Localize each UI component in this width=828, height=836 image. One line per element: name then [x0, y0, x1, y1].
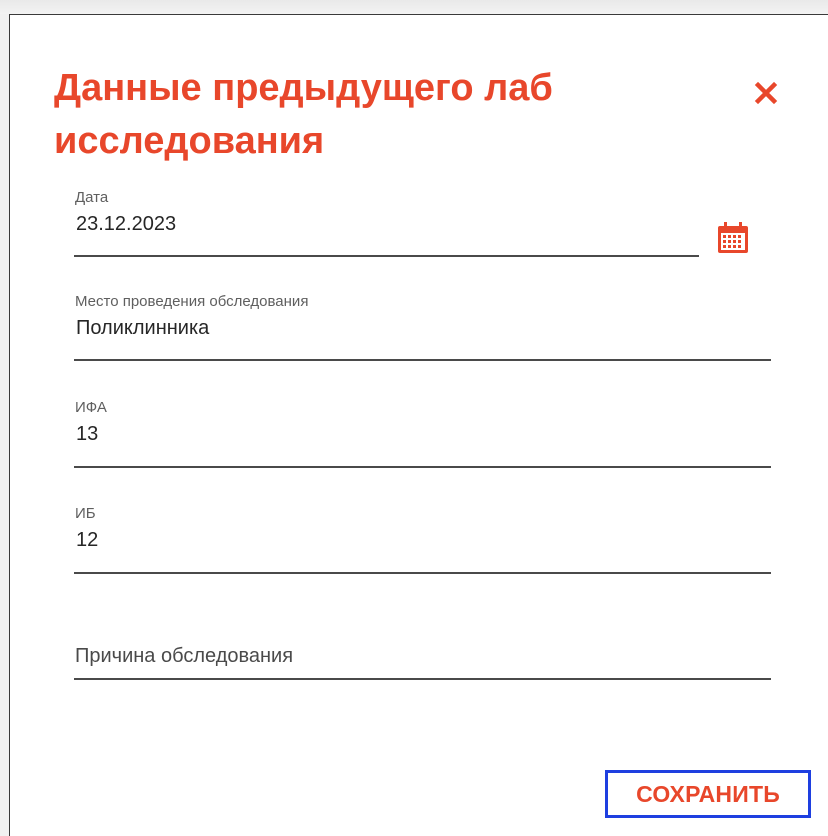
- save-button[interactable]: СОХРАНИТЬ: [605, 770, 811, 818]
- reason-placeholder: Причина обследования: [75, 645, 294, 667]
- dialog-title: Данные предыдущего лаб исследования: [54, 67, 553, 162]
- date-underline: [74, 255, 699, 257]
- date-field[interactable]: Дата 23.12.2023: [74, 189, 771, 259]
- ifa-underline: [74, 466, 771, 468]
- place-field[interactable]: Место проведения обследования Поликлинни…: [74, 293, 771, 363]
- place-underline: [74, 359, 771, 361]
- ifa-label: ИФА: [75, 399, 107, 416]
- ib-value[interactable]: 12: [76, 529, 98, 552]
- ib-field[interactable]: ИБ 12: [74, 505, 771, 575]
- lab-study-dialog: Данные предыдущего лаб исследования Дата…: [9, 14, 828, 836]
- ib-underline: [74, 572, 771, 574]
- calendar-icon: [718, 222, 748, 253]
- place-label: Место проведения обследования: [75, 293, 309, 310]
- close-button[interactable]: [754, 81, 778, 105]
- window-top-strip: [0, 0, 828, 14]
- reason-underline: [74, 678, 771, 680]
- date-value[interactable]: 23.12.2023: [76, 213, 176, 236]
- ifa-field[interactable]: ИФА 13: [74, 399, 771, 469]
- ib-label: ИБ: [75, 505, 96, 522]
- date-label: Дата: [75, 189, 109, 206]
- calendar-button[interactable]: [716, 221, 752, 257]
- place-value[interactable]: Поликлинника: [76, 317, 209, 340]
- close-icon: [754, 81, 778, 105]
- ifa-value[interactable]: 13: [76, 423, 98, 446]
- reason-field[interactable]: Причина обследования: [74, 645, 771, 685]
